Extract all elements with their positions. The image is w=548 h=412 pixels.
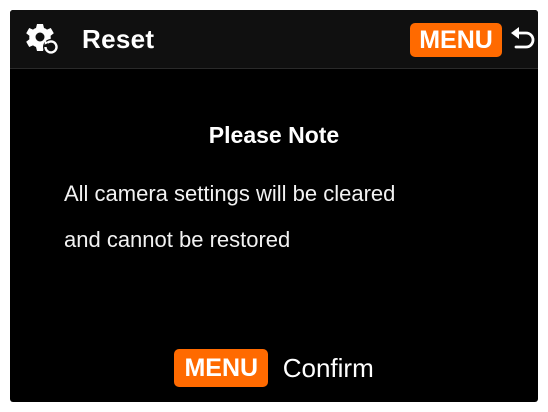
message-line-1: All camera settings will be cleared xyxy=(64,181,396,206)
message-line-2: and cannot be restored xyxy=(64,227,291,252)
confirm-menu-button[interactable]: MENU xyxy=(174,349,269,387)
menu-button[interactable]: MENU xyxy=(410,23,502,57)
back-arrow-icon[interactable] xyxy=(510,25,536,53)
confirm-label: Confirm xyxy=(282,353,374,383)
dialog-message: All camera settings will be cleared and … xyxy=(64,171,524,263)
dialog-title: Please Note xyxy=(208,122,340,148)
header-title: Reset xyxy=(82,24,155,54)
header-bar: Reset MENU xyxy=(10,10,538,69)
dialog-body: Please Note All camera settings will be … xyxy=(10,69,538,402)
confirm-row[interactable]: MENU Confirm xyxy=(10,349,538,389)
gear-reset-icon xyxy=(26,24,59,55)
reset-screen: Reset MENU Please Note All camera settin… xyxy=(10,10,538,402)
